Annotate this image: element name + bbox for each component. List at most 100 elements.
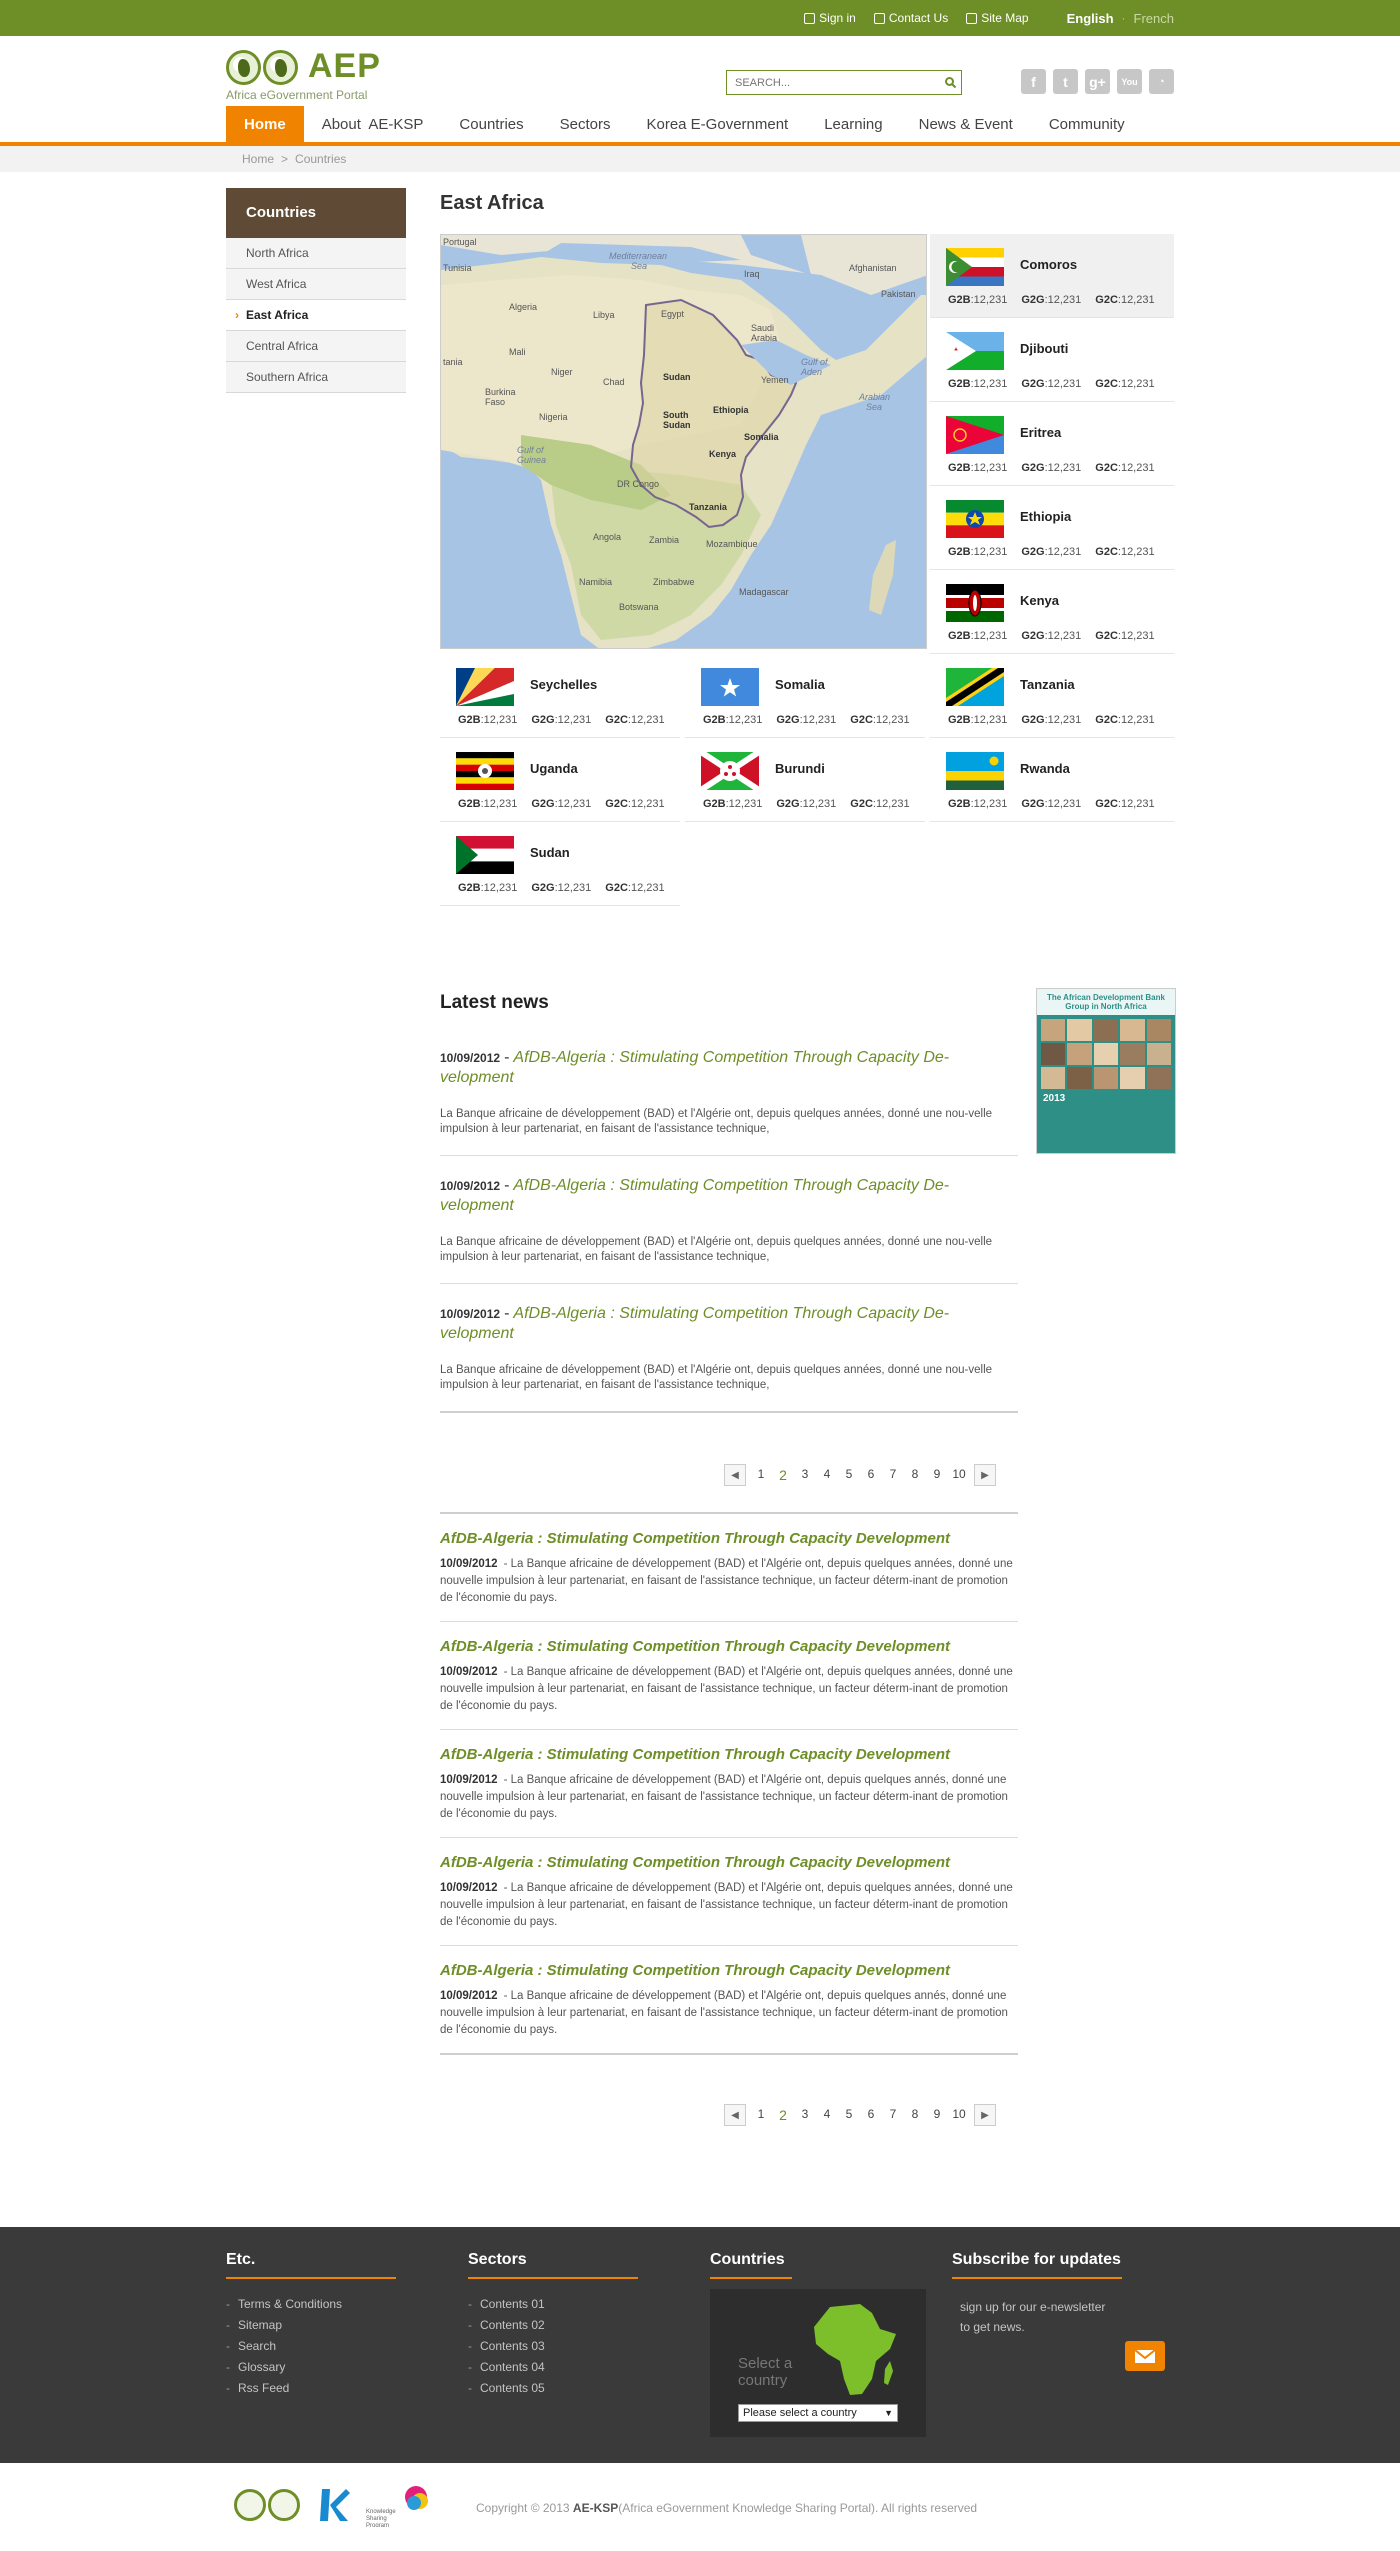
stat-value-g2g: :12,231 [554, 798, 592, 810]
twitter-icon[interactable]: t [1053, 69, 1078, 94]
globe-icon [226, 50, 261, 85]
article-title[interactable]: AfDB-Algeria : Stimulating Competition T… [440, 1637, 1018, 1657]
country-card-kenya[interactable]: Kenya G2B:12,231 G2G:12,231 G2C:12,231 [930, 570, 1174, 654]
sitemap-link[interactable]: Site Map [966, 11, 1029, 25]
country-card-uganda[interactable]: Uganda G2B:12,231 G2G:12,231 G2C:12,231 [440, 738, 680, 822]
rss-icon[interactable]: ◔ [1149, 69, 1174, 94]
page-7-link[interactable]: 7 [882, 1467, 904, 1483]
page-6-link[interactable]: 6 [860, 2107, 882, 2123]
country-card-eritrea[interactable]: Eritrea G2B:12,231 G2G:12,231 G2C:12,231 [930, 402, 1174, 486]
page-1-link[interactable]: 1 [750, 1467, 772, 1483]
footer-link[interactable]: Contents 01 [468, 2294, 688, 2315]
sidebar-item-central-africa[interactable]: Central Africa [226, 331, 406, 362]
footer-link[interactable]: Contents 03 [468, 2336, 688, 2357]
page-1-link[interactable]: 1 [750, 2107, 772, 2123]
sidebar-item-west-africa[interactable]: West Africa [226, 269, 406, 300]
nav-about[interactable]: About AE-KSP [304, 106, 442, 142]
article-title[interactable]: AfDB-Algeria : Stimulating Competition T… [440, 1745, 1018, 1765]
sidebar-item-north-africa[interactable]: North Africa [226, 238, 406, 269]
country-card-comoros[interactable]: Comoros G2B:12,231 G2G:12,231 G2C:12,231 [930, 234, 1174, 318]
pager-next-button[interactable]: ▶ [974, 1464, 996, 1486]
page-2-link[interactable]: 2 [772, 2107, 794, 2123]
country-name: Burundi [775, 761, 825, 776]
country-card-tanzania[interactable]: Tanzania G2B:12,231 G2G:12,231 G2C:12,231 [930, 654, 1174, 738]
subscribe-button[interactable] [1125, 2341, 1165, 2371]
news-title[interactable]: AfDB-Algeria : Stimulating Competition T… [440, 1177, 949, 1214]
nav-news-event[interactable]: News & Event [901, 106, 1031, 142]
sign-in-link[interactable]: Sign in [804, 11, 856, 25]
page-8-link[interactable]: 8 [904, 1467, 926, 1483]
page-2-link[interactable]: 2 [772, 1467, 794, 1483]
article-title[interactable]: AfDB-Algeria : Stimulating Competition T… [440, 1853, 1018, 1873]
map-label-libya: Libya [593, 310, 615, 320]
news-item[interactable]: 10/09/2012- AfDB-Algeria : Stimulating Co… [440, 1156, 1018, 1284]
news-title[interactable]: AfDB-Algeria : Stimulating Competition T… [440, 1049, 949, 1086]
search-icon[interactable] [944, 76, 957, 89]
sidebar-item-southern-africa[interactable]: Southern Africa [226, 362, 406, 393]
page-5-link[interactable]: 5 [838, 1467, 860, 1483]
country-select[interactable]: Please select a country ▼ [738, 2404, 898, 2422]
page-4-link[interactable]: 4 [816, 2107, 838, 2123]
social-links: f t g+ You ◔ [1014, 69, 1174, 94]
nav-community[interactable]: Community [1031, 106, 1143, 142]
nav-countries[interactable]: Countries [441, 106, 541, 142]
country-card-somalia[interactable]: Somalia G2B:12,231 G2G:12,231 G2C:12,231 [685, 654, 925, 738]
stat-label-g2b: G2B [948, 546, 971, 558]
page-3-link[interactable]: 3 [794, 1467, 816, 1483]
nav-sectors[interactable]: Sectors [542, 106, 629, 142]
lang-english[interactable]: English [1067, 11, 1114, 26]
footer-link[interactable]: Terms & Conditions [226, 2294, 446, 2315]
page-10-link[interactable]: 10 [948, 2107, 970, 2123]
pager-prev-button[interactable]: ◀ [724, 1464, 746, 1486]
footer-link[interactable]: Contents 04 [468, 2357, 688, 2378]
country-card-ethiopia[interactable]: Ethiopia G2B:12,231 G2G:12,231 G2C:12,231 [930, 486, 1174, 570]
article-item[interactable]: AfDB-Algeria : Stimulating Competition T… [440, 1514, 1018, 1622]
page-8-link[interactable]: 8 [904, 2107, 926, 2123]
pager-prev-button[interactable]: ◀ [724, 2104, 746, 2126]
news-item[interactable]: 10/09/2012- AfDB-Algeria : Stimulating Co… [440, 1284, 1018, 1413]
region-map[interactable]: Portugal Mediterranean Sea Iraq Afghanis… [440, 234, 927, 649]
nav-learning[interactable]: Learning [806, 106, 900, 142]
page-7-link[interactable]: 7 [882, 2107, 904, 2123]
page-10-link[interactable]: 10 [948, 1467, 970, 1483]
country-card-rwanda[interactable]: Rwanda G2B:12,231 G2G:12,231 G2C:12,231 [930, 738, 1174, 822]
article-item[interactable]: AfDB-Algeria : Stimulating Competition T… [440, 1622, 1018, 1730]
promo-banner[interactable]: The African Development Bank Group in No… [1036, 988, 1176, 1154]
article-title[interactable]: AfDB-Algeria : Stimulating Competition T… [440, 1961, 1018, 1981]
sidebar-item-east-africa[interactable]: East Africa [226, 300, 406, 331]
page-9-link[interactable]: 9 [926, 1467, 948, 1483]
footer-link[interactable]: Contents 02 [468, 2315, 688, 2336]
footer-link[interactable]: Glossary [226, 2357, 446, 2378]
footer-link[interactable]: Contents 05 [468, 2378, 688, 2399]
facebook-icon[interactable]: f [1021, 69, 1046, 94]
article-item[interactable]: AfDB-Algeria : Stimulating Competition T… [440, 1838, 1018, 1946]
country-card-seychelles[interactable]: Seychelles G2B:12,231 G2G:12,231 G2C:12,231 [440, 654, 680, 738]
footer-link[interactable]: Sitemap [226, 2315, 446, 2336]
nav-home[interactable]: Home [226, 106, 304, 142]
page-3-link[interactable]: 3 [794, 2107, 816, 2123]
page-6-link[interactable]: 6 [860, 1467, 882, 1483]
search-input[interactable] [727, 71, 933, 94]
article-item[interactable]: AfDB-Algeria : Stimulating Competition T… [440, 1730, 1018, 1838]
news-title[interactable]: AfDB-Algeria : Stimulating Competition T… [440, 1305, 949, 1342]
article-item[interactable]: AfDB-Algeria : Stimulating Competition T… [440, 1946, 1018, 2055]
page-5-link[interactable]: 5 [838, 2107, 860, 2123]
contact-link[interactable]: Contact Us [873, 11, 948, 25]
news-item[interactable]: 10/09/2012- AfDB-Algeria : Stimulating Co… [440, 1028, 1018, 1156]
country-card-sudan[interactable]: Sudan G2B:12,231 G2G:12,231 G2C:12,231 [440, 822, 680, 906]
footer-link[interactable]: Rss Feed [226, 2378, 446, 2399]
pager-next-button[interactable]: ▶ [974, 2104, 996, 2126]
page-9-link[interactable]: 9 [926, 2107, 948, 2123]
country-card-djibouti[interactable]: Djibouti G2B:12,231 G2G:12,231 G2C:12,231 [930, 318, 1174, 402]
sidebar-title: Countries [226, 188, 406, 238]
nav-korea-egov[interactable]: Korea E-Government [628, 106, 806, 142]
youtube-icon[interactable]: You [1117, 69, 1142, 94]
site-logo[interactable]: AEP [226, 49, 381, 85]
lang-french[interactable]: French [1134, 11, 1174, 26]
google-plus-icon[interactable]: g+ [1085, 69, 1110, 94]
page-4-link[interactable]: 4 [816, 1467, 838, 1483]
country-card-burundi[interactable]: Burundi G2B:12,231 G2G:12,231 G2C:12,231 [685, 738, 925, 822]
breadcrumb-home[interactable]: Home [242, 152, 274, 166]
article-title[interactable]: AfDB-Algeria : Stimulating Competition T… [440, 1529, 1018, 1549]
footer-link[interactable]: Search [226, 2336, 446, 2357]
